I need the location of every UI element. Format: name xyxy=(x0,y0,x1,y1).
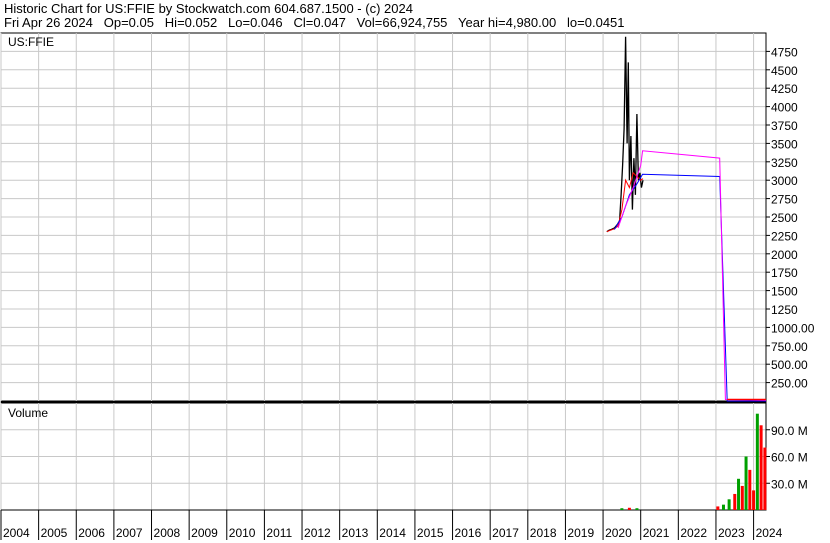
volume-bar xyxy=(763,447,767,510)
x-tick-label: 2010 xyxy=(229,526,256,540)
chart-window: Historic Chart for US:FFIE by Stockwatch… xyxy=(0,0,830,543)
x-tick-label: 2021 xyxy=(643,526,670,540)
volume-bar xyxy=(748,469,752,510)
price-panel-title: US:FFIE xyxy=(8,35,54,49)
x-tick-label: 2005 xyxy=(41,526,68,540)
volume-bar xyxy=(759,425,763,510)
x-tick-label: 2004 xyxy=(3,526,30,540)
x-tick-label: 2018 xyxy=(530,526,557,540)
volume-bar xyxy=(737,478,741,510)
x-tick-label: 2006 xyxy=(78,526,105,540)
x-tick-label: 2009 xyxy=(191,526,218,540)
x-tick-label: 2019 xyxy=(567,526,594,540)
x-tick-label: 2011 xyxy=(266,526,292,540)
y-tick-label: 3750 xyxy=(771,119,798,133)
y-tick-label: 2250 xyxy=(771,229,798,243)
x-tick-label: 2008 xyxy=(154,526,181,540)
volume-bar xyxy=(620,508,624,510)
y-tick-label: 3250 xyxy=(771,156,798,170)
x-tick-label: 2016 xyxy=(455,526,482,540)
y-tick-label: 2000 xyxy=(771,248,798,262)
x-tick-label: 2020 xyxy=(605,526,632,540)
chart-canvas: 2004 2005 2006 2007 2008 2009 2010 2011 2012 2013… xyxy=(0,32,815,540)
y-tick-label: 1750 xyxy=(771,266,798,280)
y-tick-label: 3500 xyxy=(771,137,798,151)
volume-panel-title: Volume xyxy=(8,406,48,420)
volume-y-tick-label: 30.0 M xyxy=(771,477,808,491)
x-tick-label: 2023 xyxy=(718,526,745,540)
volume-bar xyxy=(733,493,737,510)
x-tick-label: 2007 xyxy=(116,526,143,540)
y-tick-label: 4250 xyxy=(771,82,798,96)
volume-bar xyxy=(740,485,744,510)
x-tick-label: 2015 xyxy=(417,526,444,540)
volume-bar xyxy=(752,490,756,510)
volume-bar xyxy=(721,504,725,510)
x-tick-label: 2017 xyxy=(492,526,519,540)
volume-bar xyxy=(744,456,748,510)
volume-y-tick-label: 60.0 M xyxy=(771,451,808,465)
y-tick-label: 4500 xyxy=(771,64,798,78)
volume-bar xyxy=(755,413,759,510)
y-tick-label: 2500 xyxy=(771,211,798,225)
y-tick-label: 750.00 xyxy=(771,340,808,354)
y-tick-label: 250.00 xyxy=(771,377,808,391)
y-tick-label: 500.00 xyxy=(771,358,808,372)
x-tick-label: 2024 xyxy=(756,526,783,540)
volume-bar xyxy=(627,507,631,510)
x-tick-label: 2012 xyxy=(304,526,331,540)
y-tick-label: 3000 xyxy=(771,174,798,188)
x-tick-label: 2022 xyxy=(680,526,707,540)
y-tick-label: 1500 xyxy=(771,285,798,299)
x-tick-label: 2013 xyxy=(342,526,369,540)
y-tick-label: 1250 xyxy=(771,303,798,317)
volume-bar xyxy=(716,506,720,510)
volume-bar xyxy=(635,508,639,510)
volume-bar xyxy=(727,499,731,510)
y-tick-label: 4000 xyxy=(771,101,798,115)
volume-y-tick-label: 90.0 M xyxy=(771,424,808,438)
x-tick-label: 2014 xyxy=(379,526,406,540)
y-tick-label: 1000.00 xyxy=(771,321,815,335)
y-tick-label: 2750 xyxy=(771,193,798,207)
y-tick-label: 4750 xyxy=(771,45,798,59)
